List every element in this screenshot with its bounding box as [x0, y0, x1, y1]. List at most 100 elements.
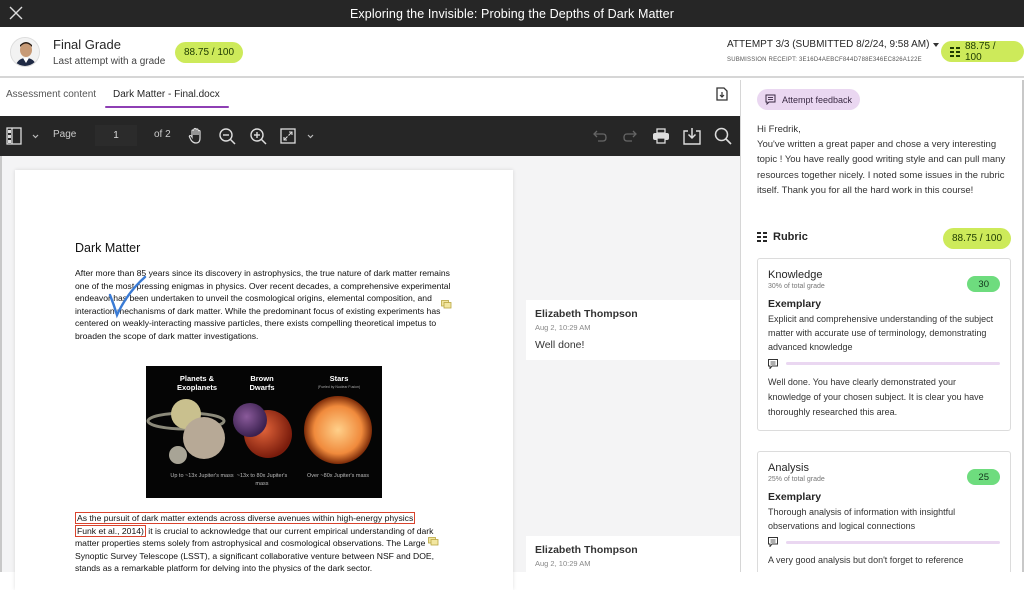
- print-button[interactable]: [651, 126, 671, 146]
- search-icon: [714, 127, 732, 145]
- figure-col1-caption: Up to ~13x Jupiter's mass: [170, 473, 234, 479]
- attempt-label: ATTEMPT 3/3 (SUBMITTED 8/2/24, 9:58 AM): [727, 39, 930, 50]
- criterion-feedback-divider: [768, 358, 1000, 369]
- divider: [786, 362, 1000, 366]
- undo-icon: [593, 130, 607, 142]
- feedback-panel: Attempt feedback Hi Fredrik, You've writ…: [740, 80, 1024, 572]
- feedback-body: You've written a great paper and chose a…: [757, 139, 1006, 196]
- document-viewer: Dark Matter After more than 85 years sin…: [0, 156, 740, 590]
- hand-tool-button[interactable]: [186, 126, 206, 146]
- window-title-bar: Exploring the Invisible: Probing the Dep…: [0, 0, 1024, 27]
- criterion-feedback-divider: [768, 537, 1000, 548]
- close-icon: [9, 6, 23, 20]
- chevron-down-icon: [32, 134, 38, 138]
- comment-marker-icon[interactable]: [428, 537, 439, 546]
- comment-icon: [768, 358, 778, 369]
- final-grade-title: Final Grade: [53, 37, 121, 52]
- comment-card[interactable]: Elizabeth Thompson Aug 2, 10:29 AM Well …: [526, 300, 740, 360]
- document-info-button[interactable]: [716, 87, 730, 103]
- document-page: Dark Matter After more than 85 years sin…: [15, 170, 513, 590]
- comment-author: Elizabeth Thompson: [535, 544, 638, 556]
- document-paragraph: As the pursuit of dark matter extends ac…: [75, 512, 455, 575]
- criterion-description: Thorough analysis of information with in…: [768, 507, 956, 532]
- document-icon: [716, 87, 728, 101]
- active-tab-indicator: [105, 106, 229, 108]
- highlight-annotation[interactable]: As the pursuit of dark matter extends ac…: [75, 512, 416, 524]
- rubric-total-badge: 88.75 / 100: [943, 228, 1012, 249]
- download-button[interactable]: [682, 126, 702, 146]
- criterion-name: Knowledge: [768, 269, 823, 281]
- rubric-header[interactable]: Rubric: [757, 231, 808, 243]
- criterion-feedback: A very good analysis but don't forget to…: [768, 555, 964, 566]
- sidebar-toggle-icon: [6, 127, 22, 145]
- grade-header: Final Grade Last attempt with a grade 88…: [0, 27, 1024, 78]
- content-tabs: Assessment content Dark Matter - Final.d…: [0, 80, 740, 116]
- figure-col2-caption: ~13x to 80x Jupiter's mass: [236, 473, 288, 487]
- comment-time: Aug 2, 10:29 AM: [535, 559, 591, 568]
- tab-assessment-content[interactable]: Assessment content: [6, 89, 96, 100]
- comment-icon: [768, 537, 778, 548]
- rubric-criterion[interactable]: Knowledge 30% of total grade 30 Exemplar…: [757, 258, 1011, 431]
- figure-col3-caption: Over ~80x Jupiter's mass: [306, 473, 370, 479]
- criterion-feedback: Well done. You have clearly demonstrated…: [768, 376, 984, 417]
- criterion-weight: 25% of total grade: [768, 476, 825, 483]
- fit-page-icon: [280, 128, 296, 144]
- checkmark-annotation[interactable]: [107, 275, 147, 320]
- download-icon: [683, 128, 701, 145]
- redo-button[interactable]: [620, 126, 640, 146]
- divider: [786, 540, 1000, 544]
- undo-button[interactable]: [590, 126, 610, 146]
- figure-star-comparison: Planets & Exoplanets Brown Dwarfs Stars …: [146, 366, 382, 498]
- attempt-grade-badge[interactable]: 88.75 / 100: [941, 40, 1024, 63]
- fit-options-dropdown[interactable]: [305, 126, 315, 146]
- rubric-grid-icon: [757, 232, 767, 242]
- zoom-out-button[interactable]: [217, 126, 237, 146]
- tab-submission-file[interactable]: Dark Matter - Final.docx: [113, 89, 220, 100]
- attempt-feedback-label: Attempt feedback: [782, 94, 853, 105]
- criterion-level: Exemplary: [768, 298, 822, 310]
- rubric-title: Rubric: [773, 231, 808, 243]
- criterion-score-badge: 30: [967, 276, 1000, 292]
- feedback-icon: [765, 94, 776, 105]
- fit-page-button[interactable]: [279, 126, 297, 146]
- criterion-score-badge: 25: [967, 469, 1000, 485]
- avatar: [10, 37, 40, 67]
- feedback-greeting: Hi Fredrik,: [757, 124, 801, 135]
- comment-marker-icon[interactable]: [441, 300, 452, 309]
- highlight-annotation[interactable]: Funk et al., 2014): [75, 524, 146, 537]
- zoom-in-button[interactable]: [248, 126, 268, 146]
- page-total: of 2: [154, 129, 171, 140]
- chevron-down-icon: [307, 134, 313, 138]
- sidebar-options-dropdown[interactable]: [30, 126, 40, 146]
- close-button[interactable]: [6, 3, 26, 23]
- final-grade-subtitle: Last attempt with a grade: [53, 56, 166, 67]
- comment-author: Elizabeth Thompson: [535, 308, 638, 320]
- comment-card[interactable]: Elizabeth Thompson Aug 2, 10:29 AM: [526, 536, 740, 576]
- zoom-out-icon: [219, 128, 236, 145]
- attempt-selector[interactable]: ATTEMPT 3/3 (SUBMITTED 8/2/24, 9:58 AM): [727, 39, 940, 50]
- attempt-feedback-button[interactable]: Attempt feedback: [757, 89, 861, 110]
- feedback-text: Hi Fredrik, You've written a great paper…: [757, 122, 1013, 198]
- document-heading: Dark Matter: [75, 241, 141, 255]
- redo-icon: [623, 130, 637, 142]
- print-icon: [653, 128, 669, 144]
- zoom-in-icon: [250, 128, 267, 145]
- page-label: Page: [53, 129, 77, 140]
- submission-receipt: SUBMISSION RECEIPT: 3E16D4AEBCF844D788E3…: [727, 57, 922, 63]
- window-title: Exploring the Invisible: Probing the Dep…: [349, 6, 674, 21]
- criterion-name: Analysis: [768, 462, 809, 474]
- comment-body: Well done!: [535, 339, 585, 351]
- criterion-description: Explicit and comprehensive understanding…: [768, 314, 994, 353]
- rubric-criterion[interactable]: Analysis 25% of total grade 25 Exemplary…: [757, 451, 1011, 572]
- sidebar-toggle-button[interactable]: [5, 126, 23, 146]
- criterion-weight: 30% of total grade: [768, 283, 825, 290]
- comment-time: Aug 2, 10:29 AM: [535, 323, 591, 332]
- attempt-grade-value: 88.75 / 100: [965, 40, 996, 63]
- final-grade-badge: 88.75 / 100: [175, 42, 244, 63]
- caret-down-icon: [933, 42, 940, 47]
- rubric-grid-icon: [950, 46, 960, 57]
- search-button[interactable]: [713, 126, 733, 146]
- page-number-input[interactable]: [95, 125, 137, 146]
- document-toolbar: Page of 2: [0, 116, 740, 156]
- hand-tool-icon: [188, 127, 201, 144]
